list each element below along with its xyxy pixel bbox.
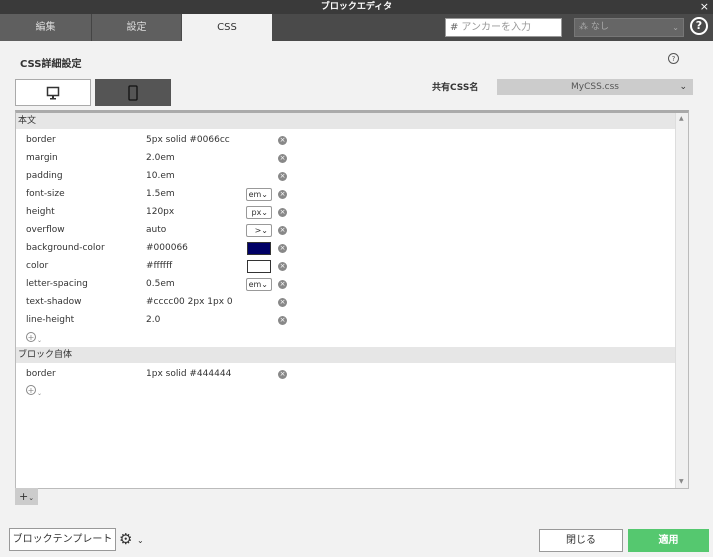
css-row: background-color #000066 ×	[16, 239, 675, 257]
css-value[interactable]: #cccc00 2px 1px 0	[146, 293, 233, 311]
chevron-down-icon: ⌄	[679, 82, 687, 92]
mobile-icon	[128, 85, 138, 101]
page-title: CSS詳細設定	[20, 59, 82, 70]
device-mobile-button[interactable]	[95, 79, 171, 106]
css-property-panel: 本文 border 5px solid #0066cc × margin 2.0…	[15, 110, 689, 489]
delete-icon[interactable]: ×	[278, 172, 287, 181]
apply-button[interactable]: 適用	[628, 529, 709, 552]
delete-icon[interactable]: ×	[278, 226, 287, 235]
window-title-bar: ブロックエディタ	[0, 0, 713, 14]
tab-settings[interactable]: 設定	[91, 14, 181, 41]
delete-icon[interactable]: ×	[278, 316, 287, 325]
css-prop[interactable]: border	[26, 131, 56, 149]
css-row: border 5px solid #0066cc ×	[16, 131, 675, 149]
css-prop[interactable]: border	[26, 365, 56, 383]
css-value[interactable]: 2.0em	[146, 149, 175, 167]
add-section-button[interactable]: +⌄	[15, 488, 38, 505]
add-property-icon[interactable]: +	[26, 332, 36, 342]
delete-icon[interactable]: ×	[278, 298, 287, 307]
tab-edit[interactable]: 編集	[0, 14, 91, 41]
css-row: border 1px solid #444444 ×	[16, 365, 675, 383]
chevron-down-icon: ⌄	[37, 337, 43, 344]
shared-css-label: 共有CSS名	[432, 83, 479, 93]
css-prop[interactable]: color	[26, 257, 48, 275]
css-prop[interactable]: background-color	[26, 239, 105, 257]
css-row: line-height 2.0 ×	[16, 311, 675, 329]
css-value[interactable]: auto	[146, 221, 166, 239]
css-row: padding 10.em ×	[16, 167, 675, 185]
anchor-input[interactable]: # アンカーを入力	[445, 18, 562, 37]
tab-css[interactable]: CSS	[182, 14, 272, 41]
close-button[interactable]: 閉じる	[539, 529, 623, 552]
unit-select[interactable]: px⌄	[246, 206, 272, 219]
css-row: height 120px px⌄ ×	[16, 203, 675, 221]
css-value[interactable]: 2.0	[146, 311, 160, 329]
add-property-icon[interactable]: +	[26, 385, 36, 395]
monitor-icon	[46, 86, 60, 100]
css-prop[interactable]: height	[26, 203, 55, 221]
tab-bar: 編集 設定 CSS # アンカーを入力 ⁂ なし ⌄	[0, 14, 713, 41]
delete-icon[interactable]: ×	[278, 280, 287, 289]
css-prop[interactable]: letter-spacing	[26, 275, 88, 293]
scrollbar[interactable]: ▲ ▼	[675, 113, 688, 488]
css-prop[interactable]: overflow	[26, 221, 65, 239]
css-row: margin 2.0em ×	[16, 149, 675, 167]
scroll-up-icon[interactable]: ▲	[679, 115, 684, 122]
chevron-down-icon: ⌄	[37, 390, 43, 397]
scroll-down-icon[interactable]: ▼	[679, 478, 684, 485]
css-prop[interactable]: padding	[26, 167, 63, 185]
color-swatch[interactable]	[247, 260, 271, 273]
css-value[interactable]: 0.5em	[146, 275, 175, 293]
device-pc-button[interactable]	[15, 79, 91, 106]
anchor-placeholder: アンカーを入力	[461, 22, 531, 33]
user-icon: ⁂	[579, 22, 591, 32]
delete-icon[interactable]: ×	[278, 208, 287, 217]
css-value[interactable]: 120px	[146, 203, 174, 221]
nashi-select[interactable]: ⁂ なし ⌄	[574, 18, 684, 37]
css-prop[interactable]: font-size	[26, 185, 65, 203]
css-row: text-shadow #cccc00 2px 1px 0 ×	[16, 293, 675, 311]
delete-icon[interactable]: ×	[278, 244, 287, 253]
delete-icon[interactable]: ×	[278, 190, 287, 199]
css-row: color #ffffff ×	[16, 257, 675, 275]
unit-select[interactable]: em⌄	[246, 278, 272, 291]
shared-css-value: MyCSS.css	[571, 82, 619, 92]
gear-icon[interactable]: ⚙	[119, 530, 132, 548]
css-value[interactable]: 10.em	[146, 167, 175, 185]
css-value[interactable]: 1.5em	[146, 185, 175, 203]
help-small-icon[interactable]: ?	[668, 53, 679, 64]
css-value[interactable]: 1px solid #444444	[146, 365, 231, 383]
css-value[interactable]: #000066	[146, 239, 188, 257]
help-icon[interactable]: ?	[690, 17, 708, 35]
block-template-button[interactable]: ブロックテンプレート	[9, 528, 116, 551]
shared-css-select[interactable]: MyCSS.css ⌄	[497, 79, 693, 95]
delete-icon[interactable]: ×	[278, 154, 287, 163]
section-header-body: 本文	[16, 113, 675, 129]
css-value[interactable]: 5px solid #0066cc	[146, 131, 230, 149]
hash-icon: #	[450, 22, 459, 33]
css-prop[interactable]: line-height	[26, 311, 74, 329]
delete-icon[interactable]: ×	[278, 370, 287, 379]
css-prop[interactable]: margin	[26, 149, 58, 167]
delete-icon[interactable]: ×	[278, 136, 287, 145]
close-window-icon[interactable]: ×	[700, 0, 709, 14]
css-row: overflow auto >⌄ ×	[16, 221, 675, 239]
chevron-down-icon: ⌄	[672, 23, 679, 32]
delete-icon[interactable]: ×	[278, 262, 287, 271]
color-swatch[interactable]	[247, 242, 271, 255]
css-row: letter-spacing 0.5em em⌄ ×	[16, 275, 675, 293]
nashi-label: なし	[590, 22, 609, 32]
css-prop[interactable]: text-shadow	[26, 293, 82, 311]
chevron-down-icon[interactable]: ⌄	[137, 536, 144, 545]
unit-select[interactable]: em⌄	[246, 188, 272, 201]
unit-select[interactable]: >⌄	[246, 224, 272, 237]
css-row: font-size 1.5em em⌄ ×	[16, 185, 675, 203]
window-title: ブロックエディタ	[320, 2, 393, 12]
section-header-block: ブロック自体	[16, 347, 675, 363]
css-value[interactable]: #ffffff	[146, 257, 172, 275]
